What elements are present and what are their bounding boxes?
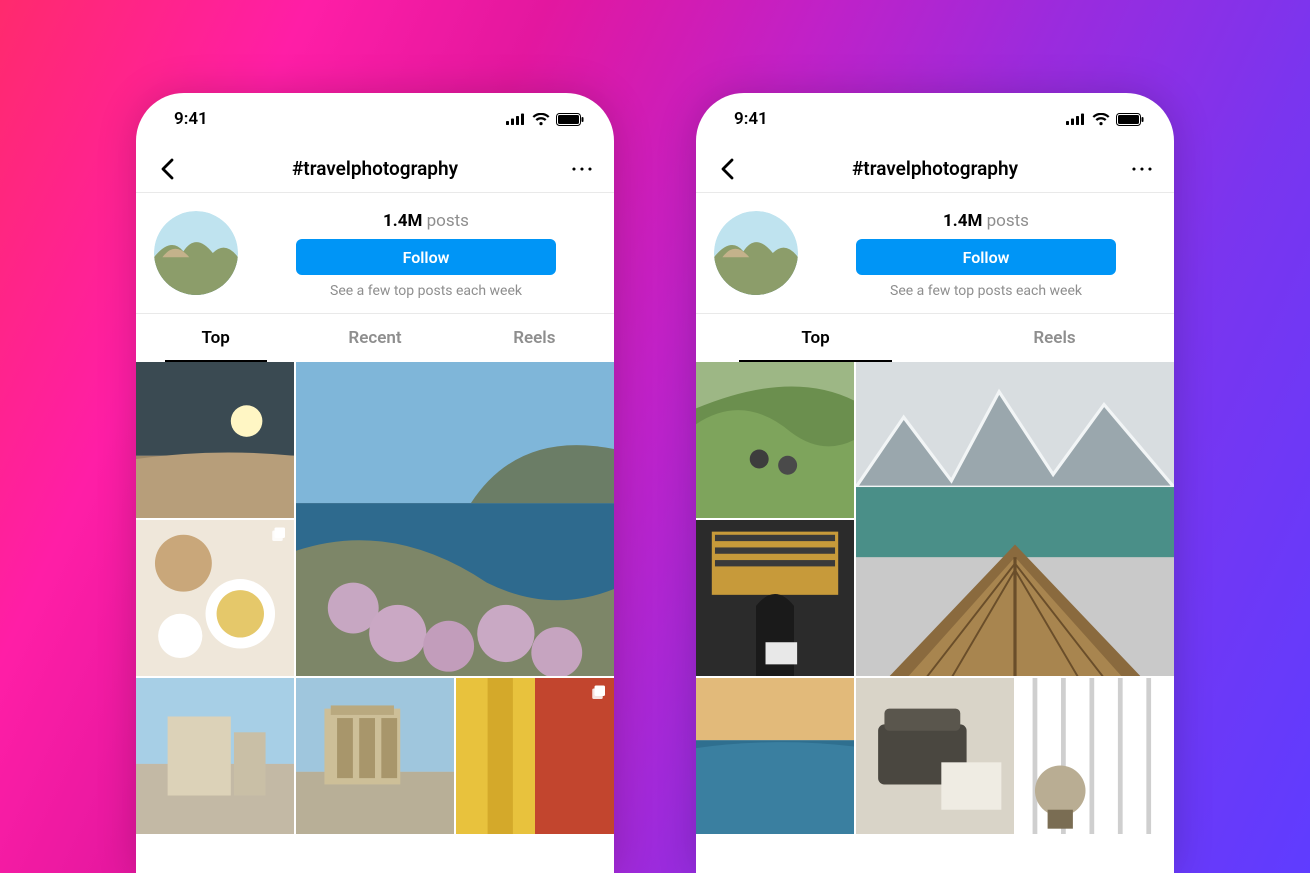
grid-post[interactable] (296, 678, 454, 834)
wifi-icon (1092, 113, 1110, 126)
posts-label: posts (427, 211, 469, 231)
back-button[interactable] (710, 152, 744, 186)
tabs: Top Recent Reels (136, 313, 614, 362)
phone-mockup-right: 9:41 #travelphotography ··· (696, 93, 1174, 873)
carousel-icon (270, 526, 288, 544)
nav-header: #travelphotography ··· (696, 145, 1174, 193)
status-bar: 9:41 (696, 93, 1174, 145)
more-button[interactable]: ··· (1126, 152, 1160, 186)
nav-header: #travelphotography ··· (136, 145, 614, 193)
avatar-image (714, 211, 798, 295)
tab-reels[interactable]: Reels (935, 314, 1174, 362)
hashtag-avatar (154, 211, 238, 295)
hashtag-avatar (714, 211, 798, 295)
carousel-icon (590, 684, 608, 702)
follow-hint: See a few top posts each week (890, 283, 1082, 299)
page-title: #travelphotography (184, 157, 566, 180)
tab-recent[interactable]: Recent (295, 314, 454, 362)
status-time: 9:41 (734, 109, 768, 129)
status-icons (506, 113, 584, 126)
carousel-icon (1150, 684, 1168, 702)
grid-post[interactable] (696, 678, 854, 834)
phone-mockup-left: 9:41 #travelphotography ··· (136, 93, 614, 873)
posts-grid (696, 362, 1174, 873)
follow-button[interactable]: Follow (296, 239, 556, 275)
tabs: Top Reels (696, 313, 1174, 362)
posts-grid (136, 362, 614, 873)
cellular-icon (506, 113, 526, 125)
page-title: #travelphotography (744, 157, 1126, 180)
cellular-icon (1066, 113, 1086, 125)
tab-top[interactable]: Top (136, 314, 295, 362)
grid-post[interactable] (456, 678, 614, 834)
chevron-left-icon (720, 158, 734, 180)
posts-line: 1.4M posts (383, 211, 469, 231)
promo-background: 9:41 #travelphotography ··· (0, 0, 1310, 873)
grid-post[interactable] (696, 362, 854, 518)
status-time: 9:41 (174, 109, 208, 129)
tab-reels[interactable]: Reels (455, 314, 614, 362)
hashtag-info: 1.4M posts Follow See a few top posts ea… (696, 193, 1174, 313)
chevron-left-icon (160, 158, 174, 180)
status-icons (1066, 113, 1144, 126)
grid-post[interactable] (856, 678, 1014, 834)
more-button[interactable]: ··· (566, 152, 600, 186)
tab-top[interactable]: Top (696, 314, 935, 362)
grid-post[interactable] (296, 362, 614, 676)
grid-post[interactable] (696, 520, 854, 676)
avatar-image (154, 211, 238, 295)
follow-button[interactable]: Follow (856, 239, 1116, 275)
status-bar: 9:41 (136, 93, 614, 145)
posts-line: 1.4M posts (943, 211, 1029, 231)
posts-count: 1.4M (943, 211, 982, 231)
posts-label: posts (987, 211, 1029, 231)
posts-count: 1.4M (383, 211, 422, 231)
wifi-icon (532, 113, 550, 126)
grid-post[interactable] (136, 362, 294, 518)
battery-icon (1116, 113, 1144, 126)
grid-post[interactable] (136, 520, 294, 676)
back-button[interactable] (150, 152, 184, 186)
grid-post[interactable] (856, 362, 1174, 676)
battery-icon (556, 113, 584, 126)
grid-post[interactable] (136, 678, 294, 834)
grid-post[interactable] (1016, 678, 1174, 834)
follow-hint: See a few top posts each week (330, 283, 522, 299)
hashtag-info: 1.4M posts Follow See a few top posts ea… (136, 193, 614, 313)
